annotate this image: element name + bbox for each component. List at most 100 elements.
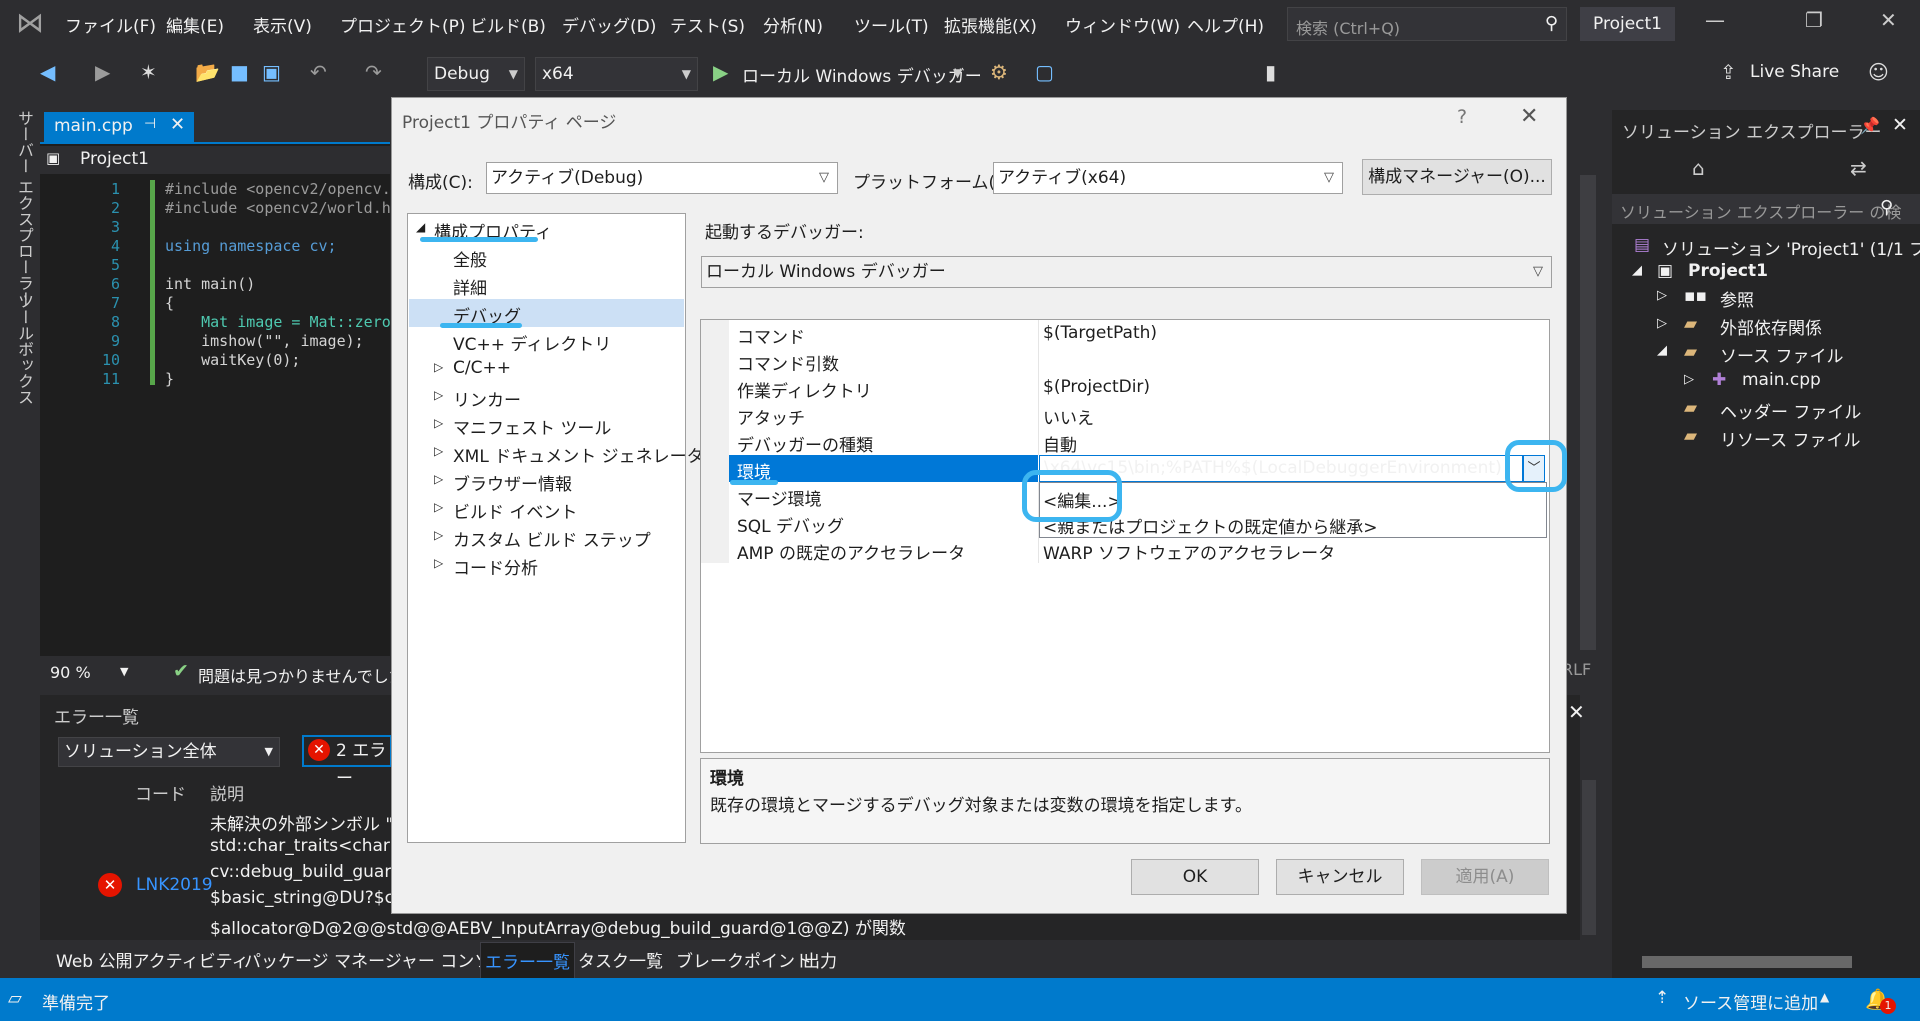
nav-general[interactable]: 全般 [453, 246, 487, 271]
menu-help[interactable]: ヘルプ(H) [1187, 12, 1264, 37]
close-window-icon[interactable]: ✕ [1880, 8, 1897, 32]
collapsed-icon[interactable]: ▷ [1657, 288, 1667, 303]
ok-button[interactable]: OK [1131, 859, 1259, 895]
close-icon[interactable]: ✕ [170, 114, 185, 135]
zoom-level[interactable]: 90 % [50, 663, 91, 682]
close-icon[interactable]: ✕ [1892, 114, 1908, 136]
bookmark-icon[interactable]: ▮ [1265, 60, 1276, 84]
error-code-link[interactable]: LNK2019 [136, 875, 213, 895]
menu-debug[interactable]: デバッグ(D) [562, 12, 656, 37]
collapsed-icon[interactable]: ▷ [434, 444, 443, 458]
close-icon[interactable]: ✕ [1520, 104, 1538, 129]
tab-output[interactable]: 出力 [803, 947, 837, 972]
feedback-icon[interactable]: ☺ [1868, 60, 1889, 84]
prop-value[interactable]: WARP ソフトウェアのアクセラレータ [1043, 539, 1335, 564]
config-combo[interactable]: Debug ▼ [427, 57, 525, 91]
menu-build[interactable]: ビルド(B) [470, 12, 546, 37]
play-icon[interactable]: ▶ [713, 60, 728, 84]
prop-row-command[interactable]: コマンド $(TargetPath) [701, 320, 1549, 348]
forward-icon[interactable]: ▶ [95, 60, 110, 84]
tab-main-cpp[interactable]: main.cpp ⊣ ✕ [44, 112, 194, 142]
pin-icon[interactable]: 📌 [1860, 116, 1880, 135]
config-manager-button[interactable]: 構成マネージャー(O)... [1362, 159, 1552, 195]
tab-task-list[interactable]: タスク一覧 [578, 947, 663, 972]
prop-row-attach[interactable]: アタッチ いいえ [701, 401, 1549, 429]
prop-row-debugger-type[interactable]: デバッガーの種類 自動 [701, 428, 1549, 456]
server-explorer-tab[interactable]: サーバー エクスプローラー [12, 110, 36, 307]
menu-analyze[interactable]: 分析(N) [763, 12, 823, 37]
tree-resource-files[interactable]: リソース ファイル [1720, 426, 1861, 451]
search-box[interactable]: 検索 (Ctrl+Q) ⚲ [1287, 7, 1567, 41]
chevron-down-icon[interactable]: ▼ [120, 665, 128, 678]
nav-project[interactable]: Project1 [80, 149, 149, 169]
menu-project[interactable]: プロジェクト(P) [340, 12, 466, 37]
tab-web-publish[interactable]: Web 公開アクティビティ [56, 947, 249, 972]
prop-row-amp-accelerator[interactable]: AMP の既定のアクセラレータ WARP ソフトウェアのアクセラレータ [701, 536, 1549, 564]
nav-advanced[interactable]: 詳細 [453, 274, 487, 299]
cancel-button[interactable]: キャンセル [1276, 859, 1404, 895]
sync-icon[interactable]: ⇄ [1850, 156, 1867, 180]
live-share-button[interactable]: Live Share [1750, 62, 1839, 82]
nav-xml-doc-generator[interactable]: XML ドキュメント ジェネレーター [453, 442, 721, 467]
prop-value[interactable]: $(ProjectDir) [1043, 377, 1150, 397]
toolbox-tab[interactable]: ツールボックス [12, 293, 36, 405]
prop-row-environment[interactable]: 環境 \x64\vc15\bin;%PATH%$(LocalDebuggerEn… [701, 455, 1549, 483]
nav-cpp[interactable]: C/C++ [453, 358, 511, 378]
platform-select[interactable]: アクティブ(x64) ▽ [993, 162, 1343, 194]
back-icon[interactable]: ◀ [40, 60, 55, 84]
tree-solution[interactable]: ソリューション 'Project1' (1/1 プロジ [1662, 235, 1920, 260]
run-debugger-button[interactable]: ローカル Windows デバッガー [742, 62, 982, 87]
nav-custom-build-step[interactable]: カスタム ビルド ステップ [453, 526, 651, 551]
restore-icon[interactable]: ❐ [1805, 8, 1823, 32]
col-code[interactable]: コード [135, 780, 186, 805]
nav-vc-directories[interactable]: VC++ ディレクトリ [453, 330, 611, 355]
tab-error-list[interactable]: エラー一覧 [480, 942, 575, 979]
open-icon[interactable]: 📂 [195, 60, 220, 84]
menu-tools[interactable]: ツール(T) [854, 12, 929, 37]
collapsed-icon[interactable]: ▷ [1684, 372, 1694, 387]
prop-value[interactable]: いいえ [1043, 404, 1094, 429]
scope-combo[interactable]: ソリューション全体 ▼ [58, 737, 280, 767]
tree-references[interactable]: 参照 [1720, 286, 1754, 311]
save-icon[interactable]: ■ [230, 60, 249, 84]
col-description[interactable]: 説明 [210, 780, 244, 805]
collapsed-icon[interactable]: ▷ [434, 556, 443, 570]
platform-combo[interactable]: x64 ▼ [535, 57, 698, 91]
menu-extensions[interactable]: 拡張機能(X) [944, 12, 1037, 37]
collapsed-icon[interactable]: ▷ [434, 528, 443, 542]
new-project-icon[interactable]: ✶ [140, 60, 157, 84]
chevron-up-icon[interactable]: ▲ [1820, 990, 1829, 1004]
home-icon[interactable]: ⌂ [1692, 156, 1705, 180]
menu-file[interactable]: ファイル(F) [65, 12, 156, 37]
menu-edit[interactable]: 編集(E) [166, 12, 224, 37]
pin-icon[interactable]: ⊣ [144, 116, 156, 132]
prop-value[interactable]: 自動 [1043, 431, 1077, 456]
tree-external-deps[interactable]: 外部依存関係 [1720, 314, 1822, 339]
editor-scrollbar[interactable] [1580, 175, 1596, 650]
nav-manifest-tool[interactable]: マニフェスト ツール [453, 414, 611, 439]
collapsed-icon[interactable]: ▷ [434, 416, 443, 430]
tab-breakpoints[interactable]: ブレークポイント [676, 947, 812, 972]
prop-row-working-dir[interactable]: 作業ディレクトリ $(ProjectDir) [701, 374, 1549, 402]
horizontal-scrollbar[interactable] [1642, 956, 1852, 968]
collapsed-icon[interactable]: ▷ [1657, 316, 1667, 331]
menu-view[interactable]: 表示(V) [253, 12, 312, 37]
collapsed-icon[interactable]: ▷ [434, 360, 443, 374]
expand-icon[interactable]: ◢ [416, 220, 425, 234]
share-icon[interactable]: ⇪ [1720, 60, 1737, 84]
tree-main-cpp[interactable]: main.cpp [1742, 370, 1821, 390]
help-button[interactable]: ? [1457, 106, 1467, 128]
tree-project[interactable]: Project1 [1688, 261, 1768, 281]
source-control-button[interactable]: ソース管理に追加 [1683, 989, 1818, 1014]
close-icon[interactable]: ✕ [1568, 700, 1585, 724]
prop-row-command-args[interactable]: コマンド引数 [701, 347, 1549, 375]
debugger-select[interactable]: ローカル Windows デバッガー ▽ [701, 256, 1552, 288]
menu-window[interactable]: ウィンドウ(W) [1065, 12, 1180, 37]
minimize-icon[interactable]: — [1705, 8, 1725, 32]
config-select[interactable]: アクティブ(Debug) ▽ [486, 162, 838, 194]
tree-header-files[interactable]: ヘッダー ファイル [1720, 398, 1861, 423]
apply-button[interactable]: 適用(A) [1421, 859, 1549, 895]
scrollbar[interactable] [1582, 780, 1596, 935]
nav-linker[interactable]: リンカー [453, 386, 521, 411]
solution-search[interactable]: ソリューション エクスプローラー の検 ⚲ [1612, 194, 1920, 224]
